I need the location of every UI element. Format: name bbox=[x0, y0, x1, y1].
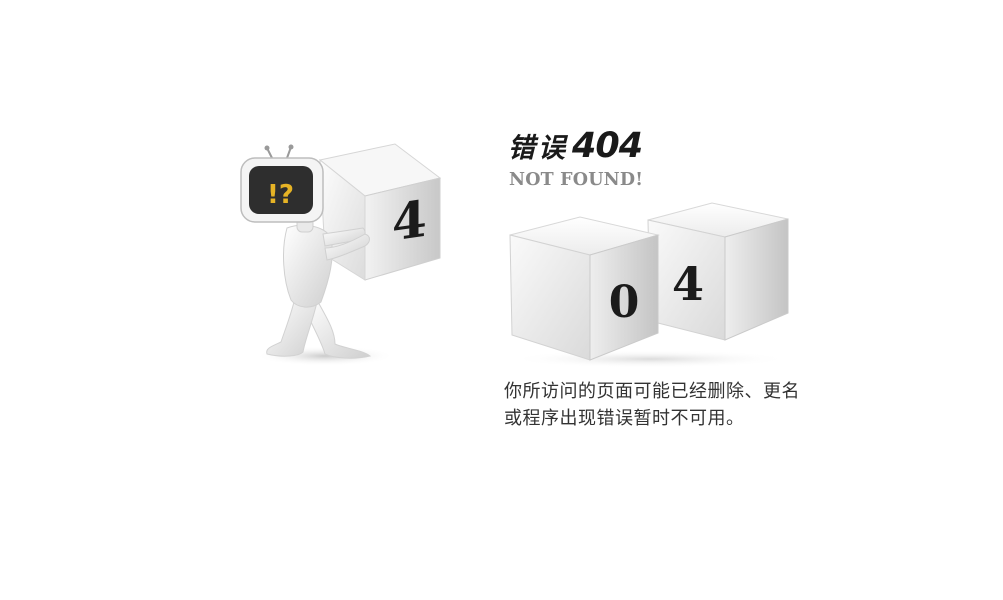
not-found-subtitle: NOT FOUND! bbox=[509, 170, 644, 190]
error-message-line-2: 或程序出现错误暂时不可用。 bbox=[504, 408, 745, 429]
cube-left-digit: 0 bbox=[609, 277, 640, 328]
figure-carrying-cube-illustration: 4 !? bbox=[225, 130, 460, 380]
error-title-block: 错误 404 NOT FOUND! bbox=[508, 126, 708, 196]
carried-cube: 4 bbox=[318, 143, 442, 281]
cube-right-digit: 4 bbox=[672, 257, 704, 311]
carried-cube-digit: 4 bbox=[392, 189, 427, 253]
monitor-symbol: !? bbox=[267, 180, 294, 210]
zero-four-cubes-icon: 4 0 bbox=[509, 202, 790, 368]
title-cn: 错误 bbox=[508, 133, 568, 164]
figure-carrying-cube-icon: 4 !? bbox=[240, 143, 442, 366]
cube-left: 0 bbox=[509, 216, 660, 361]
tv-head: !? bbox=[240, 144, 324, 223]
cube-right: 4 bbox=[647, 202, 789, 341]
error-message: 你所访问的页面可能已经删除、更名 或程序出现错误暂时不可用。 bbox=[504, 378, 844, 432]
page-title: 错误 404 bbox=[508, 126, 643, 166]
error-message-line-1: 你所访问的页面可能已经删除、更名 bbox=[504, 381, 800, 402]
zero-four-cubes-illustration: 4 0 bbox=[500, 195, 800, 370]
title-code: 404 bbox=[572, 126, 643, 166]
